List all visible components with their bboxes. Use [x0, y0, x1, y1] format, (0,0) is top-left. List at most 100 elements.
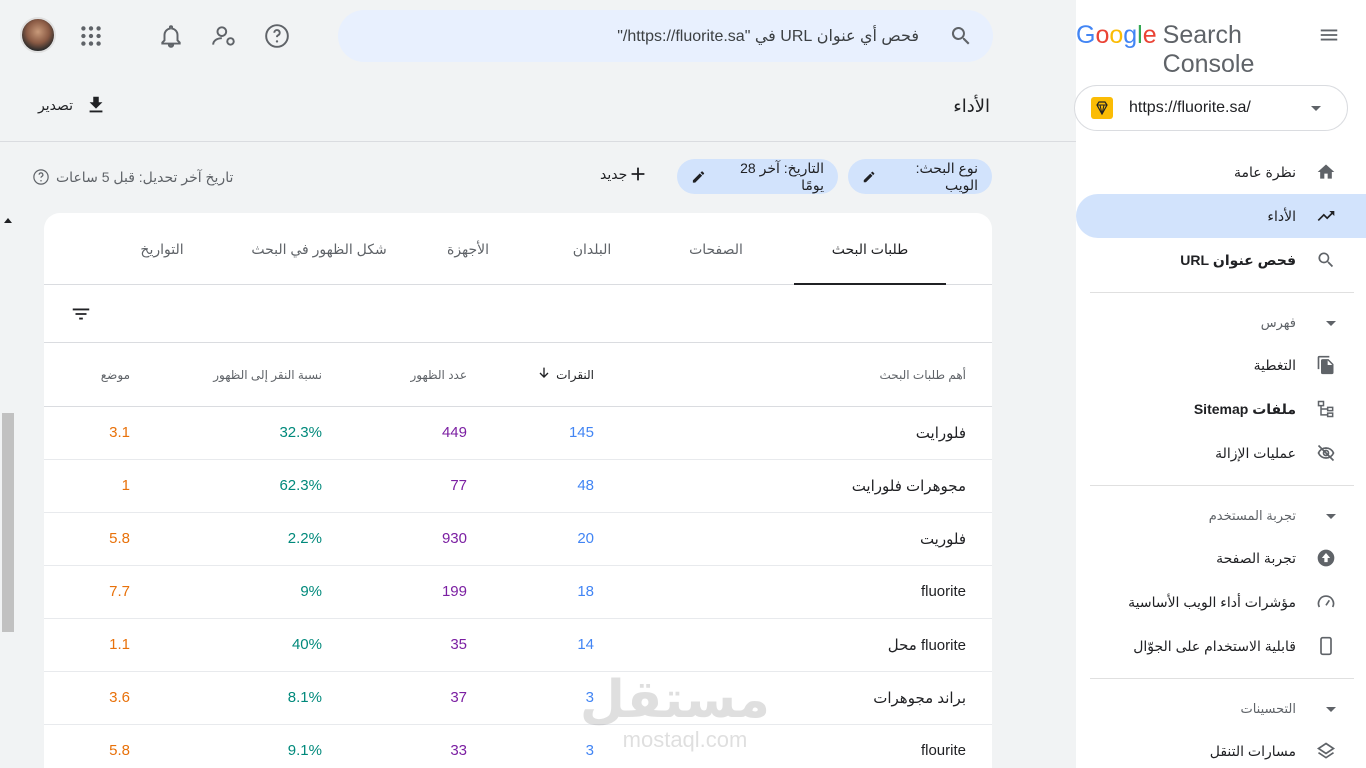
cell-query: براند مجوهرات [873, 690, 966, 707]
help-icon[interactable] [264, 23, 290, 49]
chevron-down-icon [1326, 321, 1336, 326]
sidebar-item-label: مسارات التنقل [1209, 742, 1296, 759]
layers-icon [1316, 742, 1336, 759]
sidebar-nav: نظرة عامة الأداء فحص عنوان URL فهرس التغ… [1076, 150, 1366, 768]
cell-clicks: 145 [568, 424, 594, 441]
tab-countries[interactable]: البلدان [532, 213, 652, 285]
sidebar-item-page-experience[interactable]: تجربة الصفحة [1076, 536, 1366, 580]
column-header-query[interactable]: أهم طلبات البحث [879, 368, 966, 382]
help-icon[interactable] [32, 168, 50, 186]
divider [1090, 292, 1354, 293]
export-label: تصدير [38, 96, 74, 113]
section-label: فهرس [1260, 315, 1296, 330]
sidebar-section-experience[interactable]: تجربة المستخدم [1076, 496, 1366, 536]
page-header: الأداء تصدير [0, 72, 1076, 142]
sidebar-item-overview[interactable]: نظرة عامة [1076, 150, 1366, 194]
search-icon [951, 27, 970, 45]
cell-query: flourite [920, 742, 966, 759]
watermark-arabic: مستقل [579, 671, 770, 729]
scroll-up-arrow-icon[interactable] [4, 218, 12, 223]
column-header-position[interactable]: موضع [101, 368, 130, 382]
property-selector[interactable]: https://fluorite.sa/ [1074, 85, 1348, 131]
sidebar-item-mobile-usability[interactable]: قابلية الاستخدام على الجوّال [1076, 624, 1366, 668]
home-icon [1317, 164, 1335, 179]
cell-ctr: 40% [291, 636, 322, 653]
divider [1090, 485, 1354, 486]
sidebar-item-removals[interactable]: عمليات الإزالة [1076, 431, 1366, 475]
chevron-down-icon [1311, 105, 1321, 111]
table-row[interactable]: فلوريت 20 930 2.2% 5.8 [44, 513, 992, 566]
cell-ctr: 2.2% [287, 530, 322, 547]
download-icon [89, 96, 103, 113]
trending-up-icon [1317, 211, 1335, 221]
table-row[interactable]: فلورايت 145 449 32.3% 3.1 [44, 407, 992, 460]
table-row[interactable]: fluorite 18 199 9% 7.7 [44, 566, 992, 619]
tab-queries[interactable]: طلبات البحث [794, 213, 946, 285]
export-button[interactable]: تصدير [38, 94, 107, 116]
last-update-text: تاريخ آخر تحديل: قبل 5 ساعات [56, 168, 234, 185]
sidebar-item-label: عمليات الإزالة [1215, 444, 1296, 461]
tab-dates[interactable]: التواريخ [102, 213, 222, 285]
tab-devices[interactable]: الأجهزة [408, 213, 528, 285]
cell-clicks: 14 [577, 636, 594, 653]
sidebar-item-sitemaps[interactable]: ملفات Sitemap [1076, 387, 1366, 431]
filter-chip-date[interactable]: التاريخ: آخر 28 يومًا [677, 159, 838, 194]
table-row[interactable]: flourite 3 33 9.1% 5.8 [44, 725, 992, 768]
sidebar-item-performance[interactable]: الأداء [1076, 194, 1366, 238]
cell-impressions: 77 [450, 477, 467, 494]
chip-label: التاريخ: آخر 28 يومًا [740, 159, 824, 193]
avatar[interactable] [20, 17, 56, 53]
scrollbar-thumb[interactable] [2, 413, 14, 632]
top-bar: فحص أي عنوان URL في "https://fluorite.sa… [0, 0, 1076, 72]
sidebar-section-index[interactable]: فهرس [1076, 303, 1366, 343]
sidebar-section-enhancements[interactable]: التحسينات [1076, 689, 1366, 729]
logo-letter: G [1076, 21, 1096, 49]
tab-search-appearance[interactable]: شكل الظهور في البحث [234, 213, 404, 285]
divider [1090, 678, 1354, 679]
sidebar: Google Search Console https://fluorite.s… [1074, 0, 1366, 768]
cell-query: fluorite محل [887, 637, 966, 654]
app-logo[interactable]: Google Search Console [1076, 21, 1296, 79]
page-scrollbar[interactable] [0, 210, 16, 768]
apps-grid-icon[interactable] [78, 23, 104, 49]
cell-position: 3.6 [109, 689, 130, 706]
logo-letter: e [1142, 21, 1157, 49]
file-copy-icon [1317, 355, 1334, 375]
table-row[interactable]: براند مجوهرات 3 37 8.1% 3.6 [44, 672, 992, 725]
sidebar-item-breadcrumbs[interactable]: مسارات التنقل [1076, 729, 1366, 768]
cell-ctr: 62.3% [279, 477, 322, 494]
tab-pages[interactable]: الصفحات [656, 213, 776, 285]
arrow-down-icon[interactable] [536, 365, 552, 381]
table-row[interactable]: مجوهرات فلورايت 48 77 62.3% 1 [44, 460, 992, 513]
sidebar-item-url-inspection[interactable]: فحص عنوان URL [1076, 238, 1366, 282]
column-header-impressions[interactable]: عدد الظهور [411, 368, 468, 382]
sitemap-icon [1317, 400, 1334, 418]
manage-accounts-icon[interactable] [211, 23, 237, 49]
sidebar-item-coverage[interactable]: التغطية [1076, 343, 1366, 387]
column-header-ctr[interactable]: نسبة النقر إلى الظهور [213, 368, 322, 382]
logo-letter: o [1095, 21, 1110, 49]
section-label: تجربة المستخدم [1208, 508, 1296, 523]
speed-gauge-icon [1317, 595, 1335, 608]
chip-label: نوع البحث: الويب [915, 159, 978, 193]
logo-product-name: Search Console [1162, 21, 1255, 78]
table-row[interactable]: fluorite محل 14 35 40% 1.1 [44, 619, 992, 672]
url-inspection-search[interactable]: فحص أي عنوان URL في "https://fluorite.sa… [338, 10, 993, 62]
sidebar-item-label: التغطية [1253, 356, 1296, 373]
cell-position: 1.1 [109, 636, 130, 653]
cell-query: فلوريت [919, 531, 966, 548]
sidebar-item-core-web-vitals[interactable]: مؤشرات أداء الويب الأساسية [1076, 580, 1366, 624]
column-header-clicks[interactable]: النقرات [556, 368, 594, 382]
sidebar-item-label: فحص عنوان URL [1180, 251, 1296, 268]
new-filter-button[interactable]: جديد [600, 163, 663, 185]
cell-query: فلورايت [915, 425, 966, 442]
filter-chip-search-type[interactable]: نوع البحث: الويب [848, 159, 992, 194]
bell-icon[interactable] [158, 23, 184, 49]
hamburger-menu-icon[interactable] [1318, 24, 1340, 46]
filter-list-icon[interactable] [70, 303, 92, 325]
sidebar-item-label: ملفات Sitemap [1193, 400, 1296, 417]
sidebar-item-label: قابلية الاستخدام على الجوّال [1133, 637, 1296, 654]
cell-impressions: 199 [441, 583, 467, 600]
chevron-down-icon [1326, 514, 1336, 519]
cell-impressions: 930 [441, 530, 467, 547]
